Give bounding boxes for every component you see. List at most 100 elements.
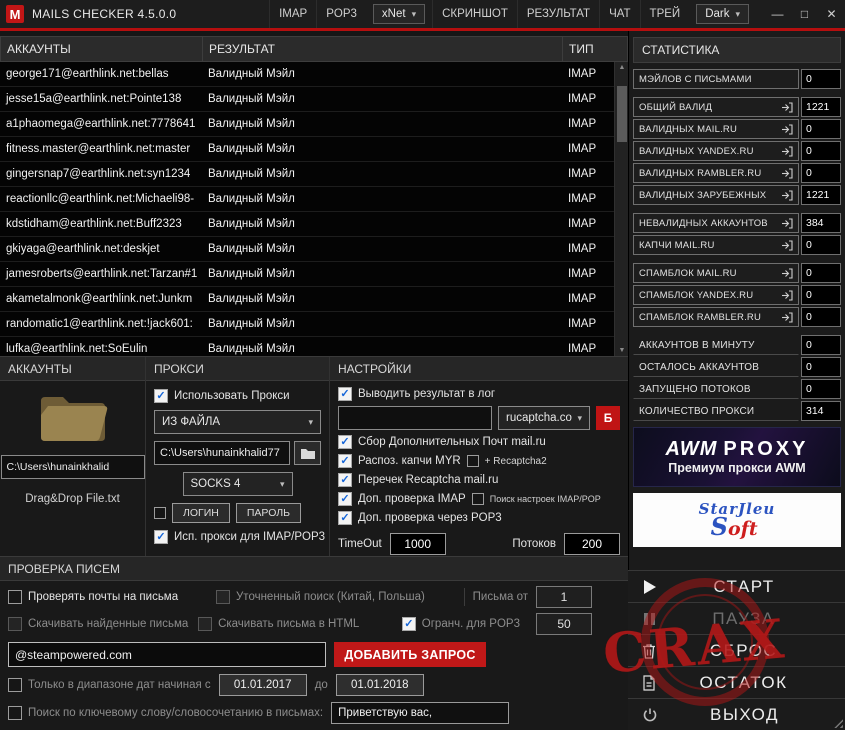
- pop3-limit-input[interactable]: [536, 613, 592, 635]
- balance-button[interactable]: Б: [596, 406, 620, 430]
- imap-check-option[interactable]: Доп. проверка IMAP: [338, 492, 466, 506]
- imap-settings-option[interactable]: Поиск настроек IMAP/POP: [471, 493, 601, 505]
- pop3-check-checkbox[interactable]: [338, 511, 352, 525]
- keyword-input[interactable]: [331, 702, 510, 724]
- download-found-checkbox[interactable]: [8, 617, 22, 631]
- table-row[interactable]: jesse15a@earthlink.net:Pointe138 Валидны…: [0, 87, 614, 112]
- imap-settings-checkbox[interactable]: [471, 493, 484, 505]
- close-button[interactable]: ✕: [818, 0, 845, 28]
- folder-icon[interactable]: [37, 391, 109, 447]
- exit-button[interactable]: ВЫХОД: [628, 698, 845, 730]
- xnet-dropdown[interactable]: xNet ▾: [372, 4, 426, 24]
- table-row[interactable]: randomatic1@earthlink.net:!jack601: Вали…: [0, 312, 614, 337]
- table-row[interactable]: akametalmonk@earthlink.net:Junkm Валидны…: [0, 287, 614, 312]
- scrollbar-thumb[interactable]: [617, 86, 627, 142]
- reset-button[interactable]: СБРОС: [628, 634, 845, 666]
- recaptcha2-option[interactable]: + Recaptcha2: [466, 455, 547, 467]
- refined-search-option[interactable]: Уточненный поиск (Китай, Польша): [216, 590, 431, 604]
- menu-result[interactable]: РЕЗУЛЬТАТ: [516, 0, 599, 28]
- table-row[interactable]: jamesroberts@earthlink.net:Tarzan#1 Вали…: [0, 262, 614, 287]
- check-letters-option[interactable]: Проверять почты на письма: [8, 590, 208, 604]
- pop3-limit-option[interactable]: Огранч. для POP3: [401, 617, 520, 631]
- recheck-recaptcha-checkbox[interactable]: [338, 473, 352, 487]
- log-output-option[interactable]: Выводить результат в лог: [338, 387, 620, 401]
- menu-chat[interactable]: ЧАТ: [599, 0, 639, 28]
- table-row[interactable]: george171@earthlink.net:bellas Валидный …: [0, 62, 614, 87]
- proxy-type-dropdown[interactable]: SOCKS 4 ▾: [182, 472, 293, 496]
- proxy-source-dropdown[interactable]: ИЗ ФАЙЛА ▾: [154, 410, 321, 434]
- download-found-option[interactable]: Скачивать найденные письма: [8, 617, 190, 631]
- letters-from-input[interactable]: [536, 586, 592, 608]
- export-icon[interactable]: [781, 217, 793, 229]
- export-icon[interactable]: [781, 145, 793, 157]
- date-from-input[interactable]: [218, 674, 307, 696]
- recognize-captcha-option[interactable]: Распоз. капчи MYR: [338, 454, 461, 468]
- column-header-accounts[interactable]: АККАУНТЫ: [1, 37, 203, 61]
- captcha-service-dropdown[interactable]: rucaptcha.co ▾: [498, 406, 590, 430]
- export-icon[interactable]: [781, 267, 793, 279]
- scroll-up-icon[interactable]: ▲: [615, 64, 628, 71]
- check-letters-checkbox[interactable]: [8, 590, 22, 604]
- menu-tray[interactable]: ТРЕЙ: [639, 0, 690, 28]
- start-button[interactable]: СТАРТ: [628, 570, 845, 602]
- use-proxy-option[interactable]: Использовать Прокси: [154, 389, 321, 403]
- minimize-button[interactable]: —: [764, 0, 791, 28]
- export-icon[interactable]: [781, 311, 793, 323]
- table-row[interactable]: gingersnap7@earthlink.net:syn1234 Валидн…: [0, 162, 614, 187]
- log-output-checkbox[interactable]: [338, 387, 352, 401]
- threads-input[interactable]: [564, 533, 620, 555]
- table-row[interactable]: fitness.master@earthlink.net:master Вали…: [0, 137, 614, 162]
- collect-mailru-checkbox[interactable]: [338, 435, 352, 449]
- menu-screenshot[interactable]: СКРИНШОТ: [432, 0, 517, 28]
- table-row[interactable]: reactionllc@earthlink.net:Michaeli98- Ва…: [0, 187, 614, 212]
- table-row[interactable]: kdstidham@earthlink.net:Buff2323 Валидны…: [0, 212, 614, 237]
- add-query-button[interactable]: ДОБАВИТЬ ЗАПРОС: [334, 642, 486, 667]
- proxy-for-imap-option[interactable]: Исп. прокси для IMAP/POP3: [154, 530, 325, 544]
- column-header-result[interactable]: РЕЗУЛЬТАТ: [203, 37, 563, 61]
- remainder-button[interactable]: ОСТАТОК: [628, 666, 845, 698]
- awm-proxy-banner[interactable]: AWM PROXY Премиум прокси AWM: [633, 427, 841, 487]
- browse-proxy-button[interactable]: [294, 441, 321, 465]
- timeout-input[interactable]: [389, 533, 446, 555]
- table-row[interactable]: lufka@earthlink.net:SoEulin Валидный Мэй…: [0, 337, 614, 356]
- theme-dropdown[interactable]: Dark ▾: [696, 4, 749, 24]
- maximize-button[interactable]: □: [791, 0, 818, 28]
- proxy-login-button[interactable]: ЛОГИН: [172, 503, 230, 523]
- export-icon[interactable]: [781, 289, 793, 301]
- captcha-key-input[interactable]: [338, 406, 492, 430]
- accounts-file-path[interactable]: C:\Users\hunainkhalid: [0, 455, 145, 479]
- export-icon[interactable]: [781, 239, 793, 251]
- menu-pop3[interactable]: POP3: [316, 0, 366, 28]
- table-scrollbar[interactable]: ▲ ▼: [614, 62, 628, 356]
- pop3-limit-checkbox[interactable]: [401, 617, 416, 631]
- table-row[interactable]: a1phaomega@earthlink.net:7778641 Валидны…: [0, 112, 614, 137]
- scroll-down-icon[interactable]: ▼: [615, 347, 628, 354]
- export-icon[interactable]: [781, 167, 793, 179]
- proxy-auth-checkbox[interactable]: [154, 507, 166, 519]
- query-input[interactable]: [8, 642, 326, 667]
- proxy-password-button[interactable]: ПАРОЛЬ: [235, 503, 302, 523]
- accounts-drop-area[interactable]: C:\Users\hunainkhalid Drag&Drop File.txt: [0, 381, 145, 556]
- export-icon[interactable]: [781, 123, 793, 135]
- starjleu-soft-banner[interactable]: StarJleu Soft: [633, 493, 841, 547]
- pop3-check-option[interactable]: Доп. проверка через POP3: [338, 511, 620, 525]
- collect-mailru-option[interactable]: Сбор Дополнительных Почт mail.ru: [338, 435, 620, 449]
- download-html-checkbox[interactable]: [198, 617, 213, 631]
- date-to-input[interactable]: [335, 674, 424, 696]
- use-proxy-checkbox[interactable]: [154, 389, 168, 403]
- menu-imap[interactable]: IMAP: [269, 0, 316, 28]
- column-header-type[interactable]: ТИП: [563, 37, 627, 61]
- download-html-option[interactable]: Скачивать письма в HTML: [198, 617, 394, 631]
- keyword-search-checkbox[interactable]: [8, 706, 22, 720]
- table-row[interactable]: gkiyaga@earthlink.net:deskjet Валидный М…: [0, 237, 614, 262]
- recognize-captcha-checkbox[interactable]: [338, 454, 352, 468]
- date-range-option[interactable]: Только в диапазоне дат начиная с: [8, 678, 211, 692]
- proxy-file-input[interactable]: [154, 441, 290, 465]
- date-range-checkbox[interactable]: [8, 678, 22, 692]
- export-icon[interactable]: [781, 101, 793, 113]
- keyword-search-option[interactable]: Поиск по ключевому слову/словосочетанию …: [8, 706, 323, 720]
- recaptcha2-checkbox[interactable]: [466, 455, 479, 467]
- pause-button[interactable]: ПАУЗА: [628, 602, 845, 634]
- export-icon[interactable]: [781, 189, 793, 201]
- recheck-recaptcha-option[interactable]: Перечек Recaptcha mail.ru: [338, 473, 620, 487]
